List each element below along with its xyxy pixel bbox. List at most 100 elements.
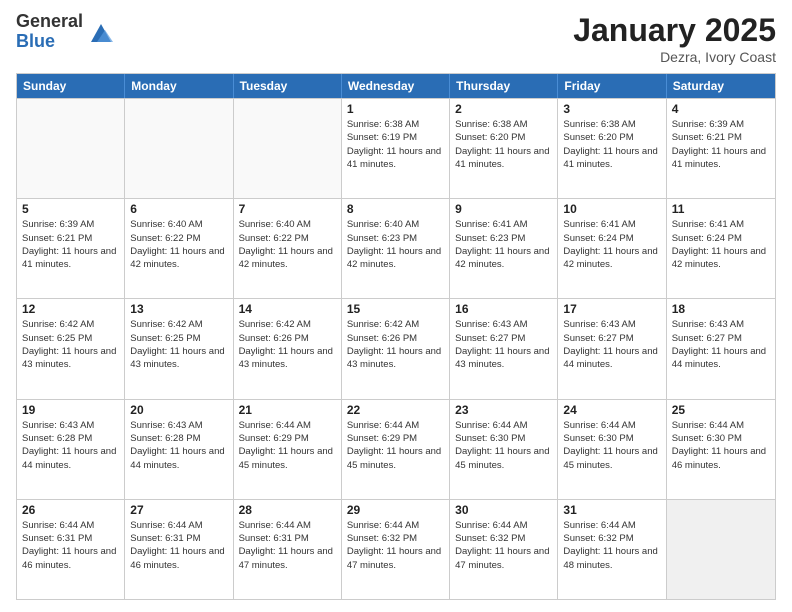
cal-cell-day-11: 11Sunrise: 6:41 AM Sunset: 6:24 PM Dayli… [667,199,775,298]
header-cell-thursday: Thursday [450,74,558,98]
cal-row: 26 Sunrise: 6:44 AM Sunset: 6:31 PM Dayli… [17,499,775,599]
day-number: 4 [672,102,770,116]
day-info: Sunrise: 6:42 AM Sunset: 6:25 PM Dayligh… [130,318,227,371]
cal-cell-day-25: 25Sunrise: 6:44 AM Sunset: 6:30 PM Dayli… [667,400,775,499]
day-number: 26 [22,503,119,517]
cal-row: 12 Sunrise: 6:42 AM Sunset: 6:25 PM Dayli… [17,298,775,398]
day-number: 27 [130,503,227,517]
cal-cell-day-18: 18 Sunrise: 6:43 AM Sunset: 6:27 PM Dayli… [667,299,775,398]
day-info: Sunrise: 6:41 AM Sunset: 6:24 PM Dayligh… [672,218,770,271]
cal-cell-day-9: 9Sunrise: 6:41 AM Sunset: 6:23 PM Daylig… [450,199,558,298]
cal-cell-day-3: 3Sunrise: 6:38 AM Sunset: 6:20 PM Daylig… [558,99,666,198]
day-info: Sunrise: 6:43 AM Sunset: 6:28 PM Dayligh… [130,419,227,472]
day-info: Sunrise: 6:43 AM Sunset: 6:27 PM Dayligh… [672,318,770,371]
cal-cell-day-14: 14Sunrise: 6:42 AM Sunset: 6:26 PM Dayli… [234,299,342,398]
day-number: 29 [347,503,444,517]
day-info: Sunrise: 6:43 AM Sunset: 6:27 PM Dayligh… [563,318,660,371]
day-info: Sunrise: 6:44 AM Sunset: 6:31 PM Dayligh… [22,519,119,572]
day-number: 23 [455,403,552,417]
cal-cell-day-27: 27 Sunrise: 6:44 AM Sunset: 6:31 PM Dayli… [125,500,233,599]
subtitle: Dezra, Ivory Coast [573,49,776,65]
cal-cell-day-7: 7 Sunrise: 6:40 AM Sunset: 6:22 PM Daylig… [234,199,342,298]
cal-cell-day-2: 2 Sunrise: 6:38 AM Sunset: 6:20 PM Daylig… [450,99,558,198]
day-number: 28 [239,503,336,517]
logo-blue: Blue [16,32,83,52]
cal-cell-day-26: 26 Sunrise: 6:44 AM Sunset: 6:31 PM Dayli… [17,500,125,599]
day-info: Sunrise: 6:42 AM Sunset: 6:26 PM Dayligh… [347,318,444,371]
cal-cell-day-24: 24 Sunrise: 6:44 AM Sunset: 6:30 PM Dayli… [558,400,666,499]
cal-cell-day-6: 6Sunrise: 6:40 AM Sunset: 6:22 PM Daylig… [125,199,233,298]
cal-cell-day-17: 17 Sunrise: 6:43 AM Sunset: 6:27 PM Dayli… [558,299,666,398]
day-number: 21 [239,403,336,417]
day-info: Sunrise: 6:38 AM Sunset: 6:20 PM Dayligh… [563,118,660,171]
header-cell-friday: Friday [558,74,666,98]
day-number: 5 [22,202,119,216]
day-info: Sunrise: 6:44 AM Sunset: 6:32 PM Dayligh… [455,519,552,572]
logo-icon [87,18,115,46]
cal-cell-day-16: 16 Sunrise: 6:43 AM Sunset: 6:27 PM Dayli… [450,299,558,398]
cal-cell-day-12: 12 Sunrise: 6:42 AM Sunset: 6:25 PM Dayli… [17,299,125,398]
calendar-body: 1 Sunrise: 6:38 AM Sunset: 6:19 PM Daylig… [17,98,775,599]
day-number: 7 [239,202,336,216]
cal-cell-day-29: 29Sunrise: 6:44 AM Sunset: 6:32 PM Dayli… [342,500,450,599]
day-number: 24 [563,403,660,417]
cal-cell-empty [667,500,775,599]
header-cell-wednesday: Wednesday [342,74,450,98]
day-number: 10 [563,202,660,216]
day-info: Sunrise: 6:40 AM Sunset: 6:22 PM Dayligh… [239,218,336,271]
day-info: Sunrise: 6:44 AM Sunset: 6:30 PM Dayligh… [455,419,552,472]
day-number: 19 [22,403,119,417]
day-info: Sunrise: 6:40 AM Sunset: 6:22 PM Dayligh… [130,218,227,271]
day-info: Sunrise: 6:38 AM Sunset: 6:20 PM Dayligh… [455,118,552,171]
day-info: Sunrise: 6:44 AM Sunset: 6:31 PM Dayligh… [239,519,336,572]
cal-cell-empty [17,99,125,198]
cal-cell-day-28: 28 Sunrise: 6:44 AM Sunset: 6:31 PM Dayli… [234,500,342,599]
cal-row: 19 Sunrise: 6:43 AM Sunset: 6:28 PM Dayli… [17,399,775,499]
header: General Blue January 2025 Dezra, Ivory C… [16,12,776,65]
day-number: 18 [672,302,770,316]
day-info: Sunrise: 6:44 AM Sunset: 6:31 PM Dayligh… [130,519,227,572]
day-info: Sunrise: 6:38 AM Sunset: 6:19 PM Dayligh… [347,118,444,171]
cal-row: 5 Sunrise: 6:39 AM Sunset: 6:21 PM Daylig… [17,198,775,298]
day-info: Sunrise: 6:44 AM Sunset: 6:29 PM Dayligh… [347,419,444,472]
cal-cell-day-21: 21 Sunrise: 6:44 AM Sunset: 6:29 PM Dayli… [234,400,342,499]
header-cell-tuesday: Tuesday [234,74,342,98]
cal-cell-day-31: 31Sunrise: 6:44 AM Sunset: 6:32 PM Dayli… [558,500,666,599]
cal-cell-day-1: 1 Sunrise: 6:38 AM Sunset: 6:19 PM Daylig… [342,99,450,198]
cal-cell-day-30: 30 Sunrise: 6:44 AM Sunset: 6:32 PM Dayli… [450,500,558,599]
day-number: 15 [347,302,444,316]
day-info: Sunrise: 6:43 AM Sunset: 6:27 PM Dayligh… [455,318,552,371]
cal-cell-day-15: 15 Sunrise: 6:42 AM Sunset: 6:26 PM Dayli… [342,299,450,398]
day-number: 12 [22,302,119,316]
day-number: 16 [455,302,552,316]
cal-cell-day-22: 22 Sunrise: 6:44 AM Sunset: 6:29 PM Dayli… [342,400,450,499]
cal-cell-empty [125,99,233,198]
calendar: SundayMondayTuesdayWednesdayThursdayFrid… [16,73,776,600]
day-number: 13 [130,302,227,316]
page: General Blue January 2025 Dezra, Ivory C… [0,0,792,612]
day-number: 1 [347,102,444,116]
cal-cell-day-5: 5 Sunrise: 6:39 AM Sunset: 6:21 PM Daylig… [17,199,125,298]
day-info: Sunrise: 6:44 AM Sunset: 6:30 PM Dayligh… [563,419,660,472]
month-title: January 2025 [573,12,776,49]
day-info: Sunrise: 6:43 AM Sunset: 6:28 PM Dayligh… [22,419,119,472]
logo: General Blue [16,12,115,52]
day-info: Sunrise: 6:44 AM Sunset: 6:30 PM Dayligh… [672,419,770,472]
day-number: 2 [455,102,552,116]
day-info: Sunrise: 6:42 AM Sunset: 6:25 PM Dayligh… [22,318,119,371]
title-block: January 2025 Dezra, Ivory Coast [573,12,776,65]
cal-cell-day-4: 4Sunrise: 6:39 AM Sunset: 6:21 PM Daylig… [667,99,775,198]
day-info: Sunrise: 6:39 AM Sunset: 6:21 PM Dayligh… [22,218,119,271]
day-info: Sunrise: 6:44 AM Sunset: 6:29 PM Dayligh… [239,419,336,472]
day-info: Sunrise: 6:41 AM Sunset: 6:24 PM Dayligh… [563,218,660,271]
day-number: 17 [563,302,660,316]
header-cell-sunday: Sunday [17,74,125,98]
day-number: 8 [347,202,444,216]
cal-cell-day-8: 8Sunrise: 6:40 AM Sunset: 6:23 PM Daylig… [342,199,450,298]
day-number: 14 [239,302,336,316]
day-number: 22 [347,403,444,417]
cal-cell-day-10: 10 Sunrise: 6:41 AM Sunset: 6:24 PM Dayli… [558,199,666,298]
day-number: 31 [563,503,660,517]
calendar-header: SundayMondayTuesdayWednesdayThursdayFrid… [17,74,775,98]
day-number: 30 [455,503,552,517]
